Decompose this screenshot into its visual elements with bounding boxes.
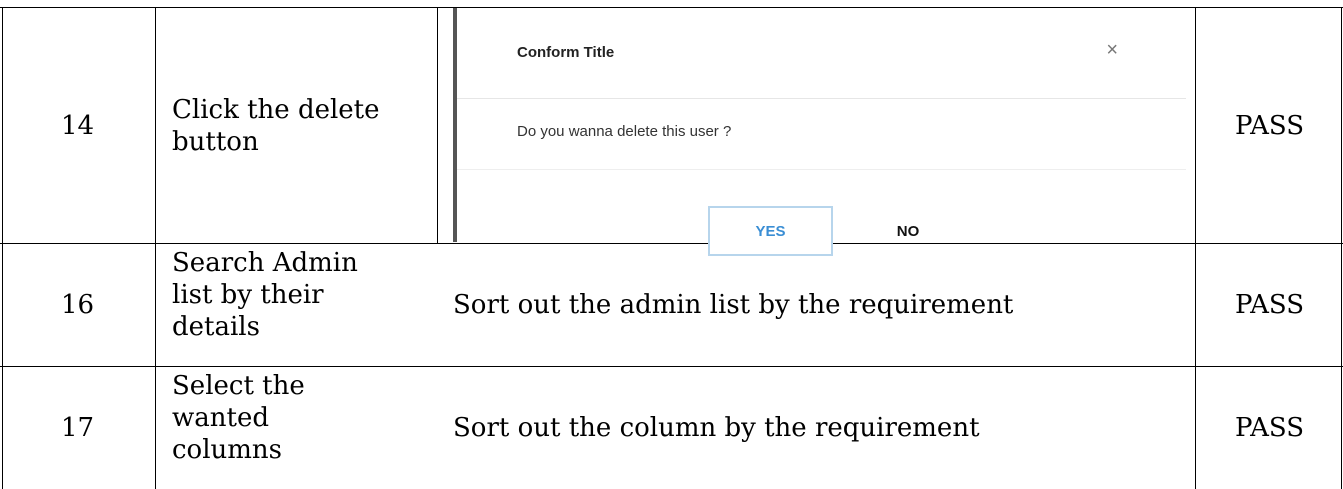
- step-line: button: [172, 127, 259, 157]
- close-icon[interactable]: ×: [1106, 39, 1118, 62]
- test-case-table: 14 Click the delete button Conform Title…: [0, 0, 1343, 489]
- row-number: 17: [60, 413, 95, 443]
- step-line: wanted: [172, 403, 269, 433]
- column-divider: [437, 7, 438, 243]
- dialog-footer: YES NO: [457, 170, 1186, 256]
- step-line: Click the delete: [172, 95, 380, 125]
- confirm-dialog: Conform Title × Do you wanna delete this…: [453, 8, 1186, 256]
- result-status: PASS: [1234, 111, 1305, 141]
- step-line: details: [172, 312, 260, 342]
- no-button[interactable]: NO: [863, 206, 953, 256]
- row-number: 14: [60, 111, 95, 141]
- dialog-body: Do you wanna delete this user ?: [457, 99, 1186, 170]
- result-description: Sort out the column by the requirement: [453, 413, 980, 443]
- step-line: list by their: [172, 280, 324, 310]
- row-number: 16: [60, 290, 95, 320]
- result-status: PASS: [1234, 290, 1305, 320]
- yes-button[interactable]: YES: [708, 206, 833, 256]
- dialog-message: Do you wanna delete this user ?: [517, 123, 732, 140]
- step-line: Search Admin: [172, 248, 358, 278]
- step-line: Select the: [172, 371, 305, 401]
- dialog-header: Conform Title ×: [457, 8, 1186, 99]
- row-divider: [0, 243, 1343, 244]
- dialog-title: Conform Title: [517, 44, 615, 61]
- row-divider: [0, 366, 1343, 367]
- column-divider: [155, 7, 156, 489]
- result-description: Sort out the admin list by the requireme…: [453, 290, 1014, 320]
- step-line: columns: [172, 435, 283, 465]
- result-status: PASS: [1234, 413, 1305, 443]
